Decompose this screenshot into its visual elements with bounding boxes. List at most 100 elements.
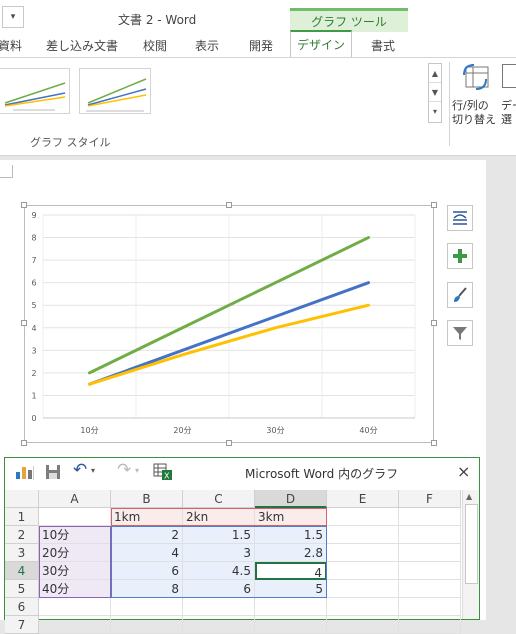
resize-handle[interactable]: [431, 440, 437, 446]
sheet-cell[interactable]: 20分: [39, 544, 111, 562]
tab-developer[interactable]: 開発: [249, 37, 273, 54]
resize-handle[interactable]: [226, 202, 232, 208]
select-all-corner[interactable]: [5, 490, 39, 508]
sheet-cell[interactable]: [327, 562, 399, 580]
sheet-cell[interactable]: [327, 580, 399, 598]
quick-access-dropdown-icon[interactable]: ▾: [2, 6, 24, 28]
resize-handle[interactable]: [21, 320, 27, 326]
row-header-3[interactable]: 3: [5, 544, 39, 562]
resize-handle[interactable]: [431, 202, 437, 208]
tab-design[interactable]: デザイン: [290, 30, 352, 57]
sheet-cell[interactable]: [399, 598, 461, 616]
sheet-cell[interactable]: [183, 616, 255, 634]
sheet-cell[interactable]: 30分: [39, 562, 111, 580]
sheet-cell[interactable]: 8: [111, 580, 183, 598]
redo-dropdown-icon[interactable]: ▾: [135, 466, 139, 475]
chart-filters-button[interactable]: [447, 320, 473, 346]
save-icon[interactable]: [45, 464, 61, 480]
select-data-icon[interactable]: [502, 64, 516, 88]
tab-review[interactable]: 校閲: [143, 37, 167, 54]
switch-row-column-button[interactable]: 行/列の 切り替え: [452, 61, 500, 131]
resize-handle[interactable]: [21, 202, 27, 208]
sheet-cell[interactable]: 40分: [39, 580, 111, 598]
sheet-cell[interactable]: [255, 598, 327, 616]
chart-style-thumb[interactable]: [0, 68, 70, 114]
ribbon: ▲ ▼ ▾ グラフ スタイル 行/列の 切り替え デー 選: [0, 58, 516, 156]
gallery-more-icon[interactable]: ▾: [429, 102, 441, 121]
sheet-cell[interactable]: 6: [111, 562, 183, 580]
tab-view[interactable]: 表示: [195, 37, 219, 54]
chart-area[interactable]: 0 1 2 3 4 5 6 7 8 9 10分 20分 30分 40分: [24, 205, 434, 443]
row-header-5[interactable]: 5: [5, 580, 39, 598]
column-header-b[interactable]: B: [111, 490, 183, 508]
column-header-c[interactable]: C: [183, 490, 255, 508]
chart-elements-button[interactable]: [447, 243, 473, 269]
tab-format[interactable]: 書式: [371, 37, 395, 54]
resize-handle[interactable]: [226, 440, 232, 446]
x-tick-label: 40分: [359, 426, 377, 435]
chart-styles-button[interactable]: [447, 282, 473, 308]
layout-options-button[interactable]: [447, 205, 473, 231]
resize-handle[interactable]: [21, 440, 27, 446]
resize-handle[interactable]: [431, 320, 437, 326]
chart-style-thumb[interactable]: [79, 68, 151, 114]
sheet-scrollbar[interactable]: ▲: [462, 490, 479, 619]
line-chart: 0 1 2 3 4 5 6 7 8 9 10分 20分 30分 40分: [31, 211, 416, 435]
sheet-cell[interactable]: 1km: [111, 508, 183, 526]
gallery-up-icon[interactable]: ▲: [429, 64, 441, 83]
row-header-1[interactable]: 1: [5, 508, 39, 526]
sheet-cell[interactable]: [399, 526, 461, 544]
sheet-cell[interactable]: 2kn: [183, 508, 255, 526]
data-window-toolbar: ↶ ▾ ↷ ▾ X Microsoft Word 内のグラフ ×: [5, 458, 479, 486]
sheet-cell[interactable]: 2.8: [255, 544, 327, 562]
edit-in-excel-icon[interactable]: X: [153, 463, 173, 481]
sheet-cell[interactable]: [327, 526, 399, 544]
row-header-2[interactable]: 2: [5, 526, 39, 544]
undo-dropdown-icon[interactable]: ▾: [91, 466, 95, 475]
sheet-cell[interactable]: [39, 616, 111, 634]
sheet-cell[interactable]: [39, 508, 111, 526]
redo-icon[interactable]: ↷: [117, 460, 131, 480]
sheet-cell[interactable]: 4.5: [183, 562, 255, 580]
sheet-cell[interactable]: [399, 562, 461, 580]
sheet-cell[interactable]: [327, 616, 399, 634]
column-header-e[interactable]: E: [327, 490, 399, 508]
document-scrollbar[interactable]: [508, 156, 516, 620]
column-header-a[interactable]: A: [39, 490, 111, 508]
sheet-cell[interactable]: 3: [183, 544, 255, 562]
sheet-cell[interactable]: [399, 508, 461, 526]
gallery-down-icon[interactable]: ▼: [429, 83, 441, 102]
sheet-cell[interactable]: 5: [255, 580, 327, 598]
column-header-f[interactable]: F: [399, 490, 461, 508]
sheet-cell[interactable]: [111, 598, 183, 616]
scroll-up-icon[interactable]: ▲: [466, 492, 472, 501]
scroll-thumb[interactable]: [465, 504, 478, 584]
row-header-7[interactable]: 7: [5, 616, 39, 634]
sheet-cell[interactable]: [399, 616, 461, 634]
sheet-cell[interactable]: [111, 616, 183, 634]
sheet-cell[interactable]: [183, 598, 255, 616]
row-header-4[interactable]: 4: [5, 562, 39, 580]
chart-data-window: ↶ ▾ ↷ ▾ X Microsoft Word 内のグラフ × ABCDEF 1…: [4, 457, 480, 634]
close-icon[interactable]: ×: [457, 462, 470, 481]
sheet-cell[interactable]: 10分: [39, 526, 111, 544]
sheet-cell[interactable]: [39, 598, 111, 616]
sheet-cell[interactable]: 1.5: [183, 526, 255, 544]
sheet-cell[interactable]: [327, 508, 399, 526]
sheet-cell[interactable]: 2: [111, 526, 183, 544]
sheet-cell[interactable]: 4: [111, 544, 183, 562]
sheet-cell[interactable]: [327, 544, 399, 562]
undo-icon[interactable]: ↶: [73, 460, 87, 480]
column-header-d[interactable]: D: [255, 490, 327, 508]
sheet-cell[interactable]: 4: [255, 562, 327, 580]
tab-references[interactable]: 資料: [0, 37, 22, 54]
sheet-cell[interactable]: [327, 598, 399, 616]
sheet-cell[interactable]: 3km: [255, 508, 327, 526]
sheet-cell[interactable]: [399, 580, 461, 598]
sheet-cell[interactable]: [255, 616, 327, 634]
row-header-6[interactable]: 6: [5, 598, 39, 616]
sheet-cell[interactable]: 1.5: [255, 526, 327, 544]
sheet-cell[interactable]: [399, 544, 461, 562]
sheet-cell[interactable]: 6: [183, 580, 255, 598]
tab-mailings[interactable]: 差し込み文書: [46, 37, 118, 54]
